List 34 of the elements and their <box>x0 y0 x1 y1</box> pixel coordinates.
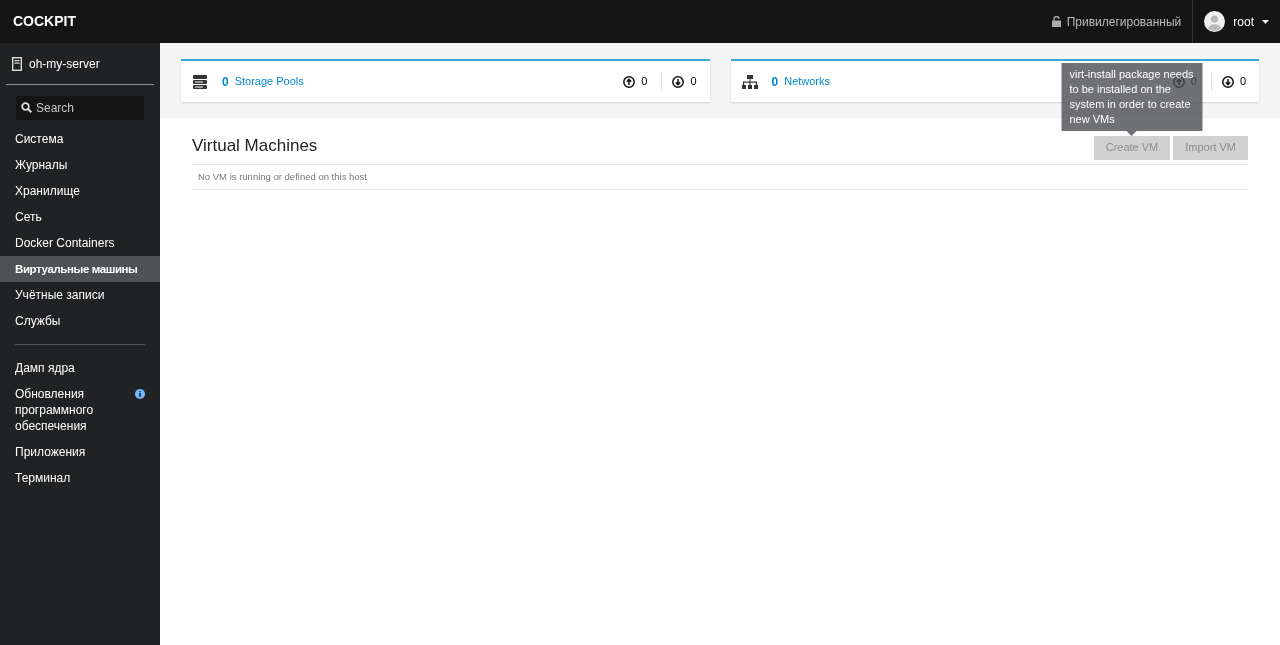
privilege-status[interactable]: Привилегированный <box>1066 12 1182 31</box>
server-stack-icon <box>192 73 208 90</box>
card-link[interactable]: 0 Networks <box>771 72 831 91</box>
down-count: 0 <box>1239 74 1246 90</box>
search-icon <box>21 102 32 113</box>
network-icon <box>741 73 758 90</box>
search-field[interactable]: Search <box>16 96 144 120</box>
caret-icon <box>1262 19 1269 24</box>
nav-item[interactable]: Службы <box>0 308 160 334</box>
arrow-down-circle-icon <box>1221 75 1234 88</box>
nav-item[interactable]: Журналы <box>0 152 160 178</box>
nav-item[interactable]: Терминал <box>0 465 160 491</box>
nav-item[interactable]: Обновления программного обеспечения <box>0 381 160 439</box>
nav-item[interactable]: Учётные записи <box>0 282 160 308</box>
nav-item[interactable]: Приложения <box>0 439 160 465</box>
arrow-up-circle-icon <box>623 75 636 88</box>
avatar-icon <box>1204 11 1226 32</box>
server-icon <box>12 56 22 71</box>
host-name[interactable]: oh-my-server <box>29 54 100 73</box>
nav-item[interactable]: Сеть <box>0 204 160 230</box>
arrow-down-circle-icon <box>672 75 685 88</box>
up-count: 0 <box>641 74 648 90</box>
down-count: 0 <box>690 74 697 90</box>
nav-item[interactable]: Система <box>0 126 160 152</box>
brand-logo: COCKPIT <box>13 12 76 31</box>
section-title: Virtual Machines <box>192 135 318 158</box>
lock-icon <box>1051 16 1061 27</box>
nav-item[interactable]: Хранилище <box>0 178 160 204</box>
nav-item[interactable]: Docker Containers <box>0 230 160 256</box>
user-menu[interactable]: root <box>1193 0 1280 43</box>
empty-message: No VM is running or defined on this host <box>198 169 367 184</box>
nav-item[interactable]: Дамп ядра <box>0 355 160 381</box>
nav-item[interactable]: Виртуальные машины <box>0 256 160 282</box>
card-link[interactable]: 0 Storage Pools <box>222 72 304 91</box>
